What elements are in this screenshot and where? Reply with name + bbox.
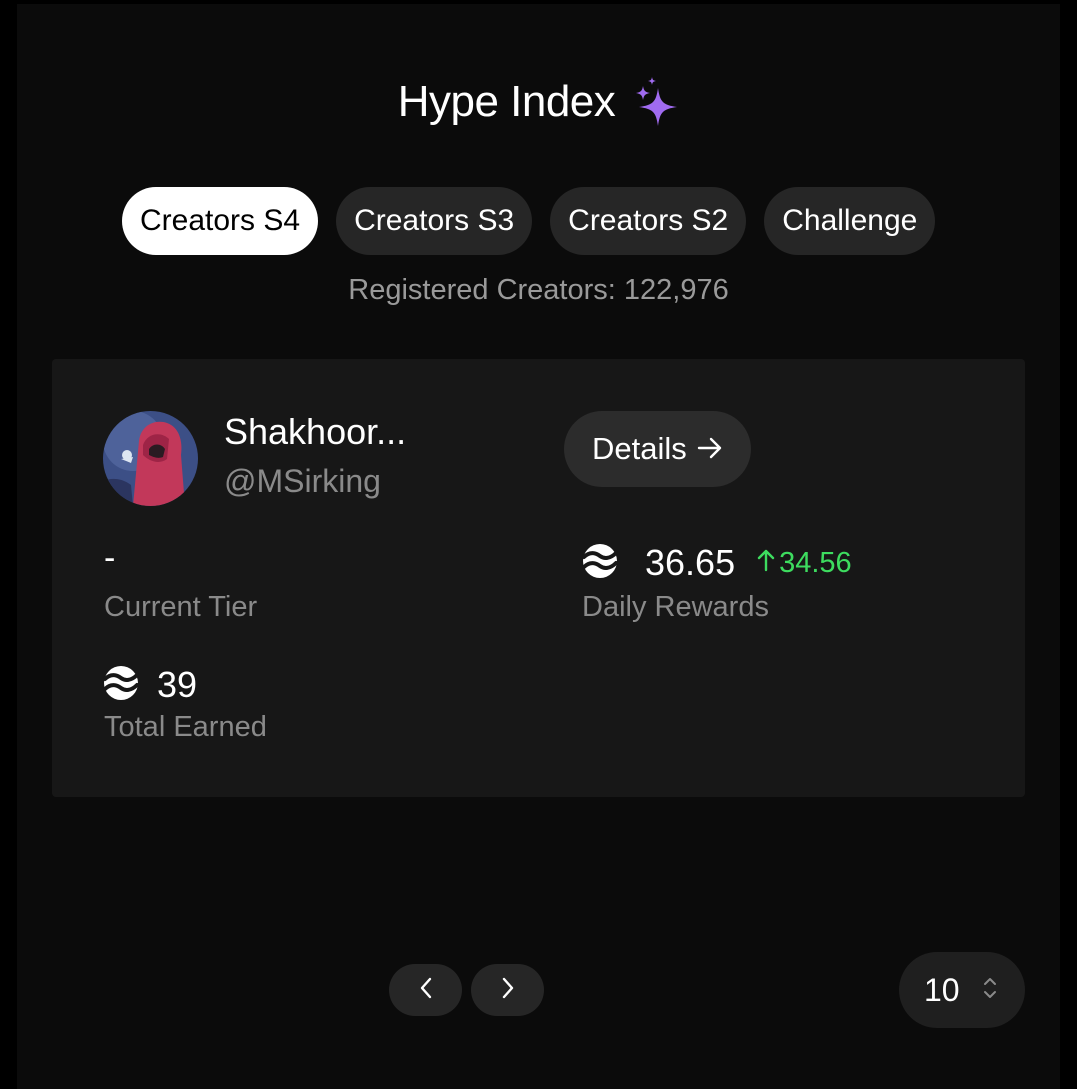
daily-rewards-value: 36.65	[645, 542, 736, 583]
page-size-select[interactable]: 10	[899, 952, 1025, 1028]
total-earned-value: 39	[157, 664, 198, 705]
creator-name: Shakhoor...	[224, 411, 407, 452]
arrow-up-icon	[757, 547, 775, 580]
token-icon	[103, 665, 139, 706]
season-tabs: Creators S4 Creators S3 Creators S2 Chal…	[122, 187, 936, 255]
tab-challenge[interactable]: Challenge	[764, 187, 936, 255]
tab-creators-s2[interactable]: Creators S2	[550, 187, 747, 255]
daily-rewards-label: Daily Rewards	[582, 591, 769, 623]
tab-creators-s3[interactable]: Creators S3	[336, 187, 533, 255]
daily-rewards-change-value: 34.56	[779, 546, 852, 579]
details-button-label: Details	[592, 431, 687, 466]
chevron-right-icon	[501, 976, 515, 1005]
current-tier-value: -	[104, 539, 116, 577]
chevron-left-icon	[419, 976, 433, 1005]
header: Hype Index	[17, 76, 1060, 128]
current-tier-label: Current Tier	[104, 591, 258, 623]
next-page-button[interactable]	[471, 964, 544, 1016]
creator-handle: @MSirking	[224, 463, 381, 499]
previous-page-button[interactable]	[389, 964, 462, 1016]
page-title: Hype Index	[397, 77, 616, 126]
creator-card: Shakhoor... @MSirking Details - Current …	[52, 359, 1025, 797]
avatar	[103, 411, 198, 506]
registered-creators-count: Registered Creators: 122,976	[348, 274, 729, 306]
total-earned-label: Total Earned	[104, 711, 267, 743]
daily-rewards-row: 36.65 34.56	[582, 542, 852, 584]
pagination	[389, 964, 544, 1016]
page-size-value: 10	[924, 971, 960, 1008]
daily-rewards-change: 34.56	[757, 547, 852, 580]
sparkles-icon	[633, 76, 679, 128]
hype-index-panel: Hype Index Creators S4 Creators S3 Creat…	[17, 4, 1060, 1089]
arrow-right-icon	[697, 431, 723, 467]
details-button[interactable]: Details	[564, 411, 751, 487]
chevron-up-down-icon	[982, 975, 998, 1006]
tab-creators-s4[interactable]: Creators S4	[122, 187, 319, 255]
total-earned-row: 39	[103, 664, 197, 706]
token-icon	[582, 543, 618, 584]
